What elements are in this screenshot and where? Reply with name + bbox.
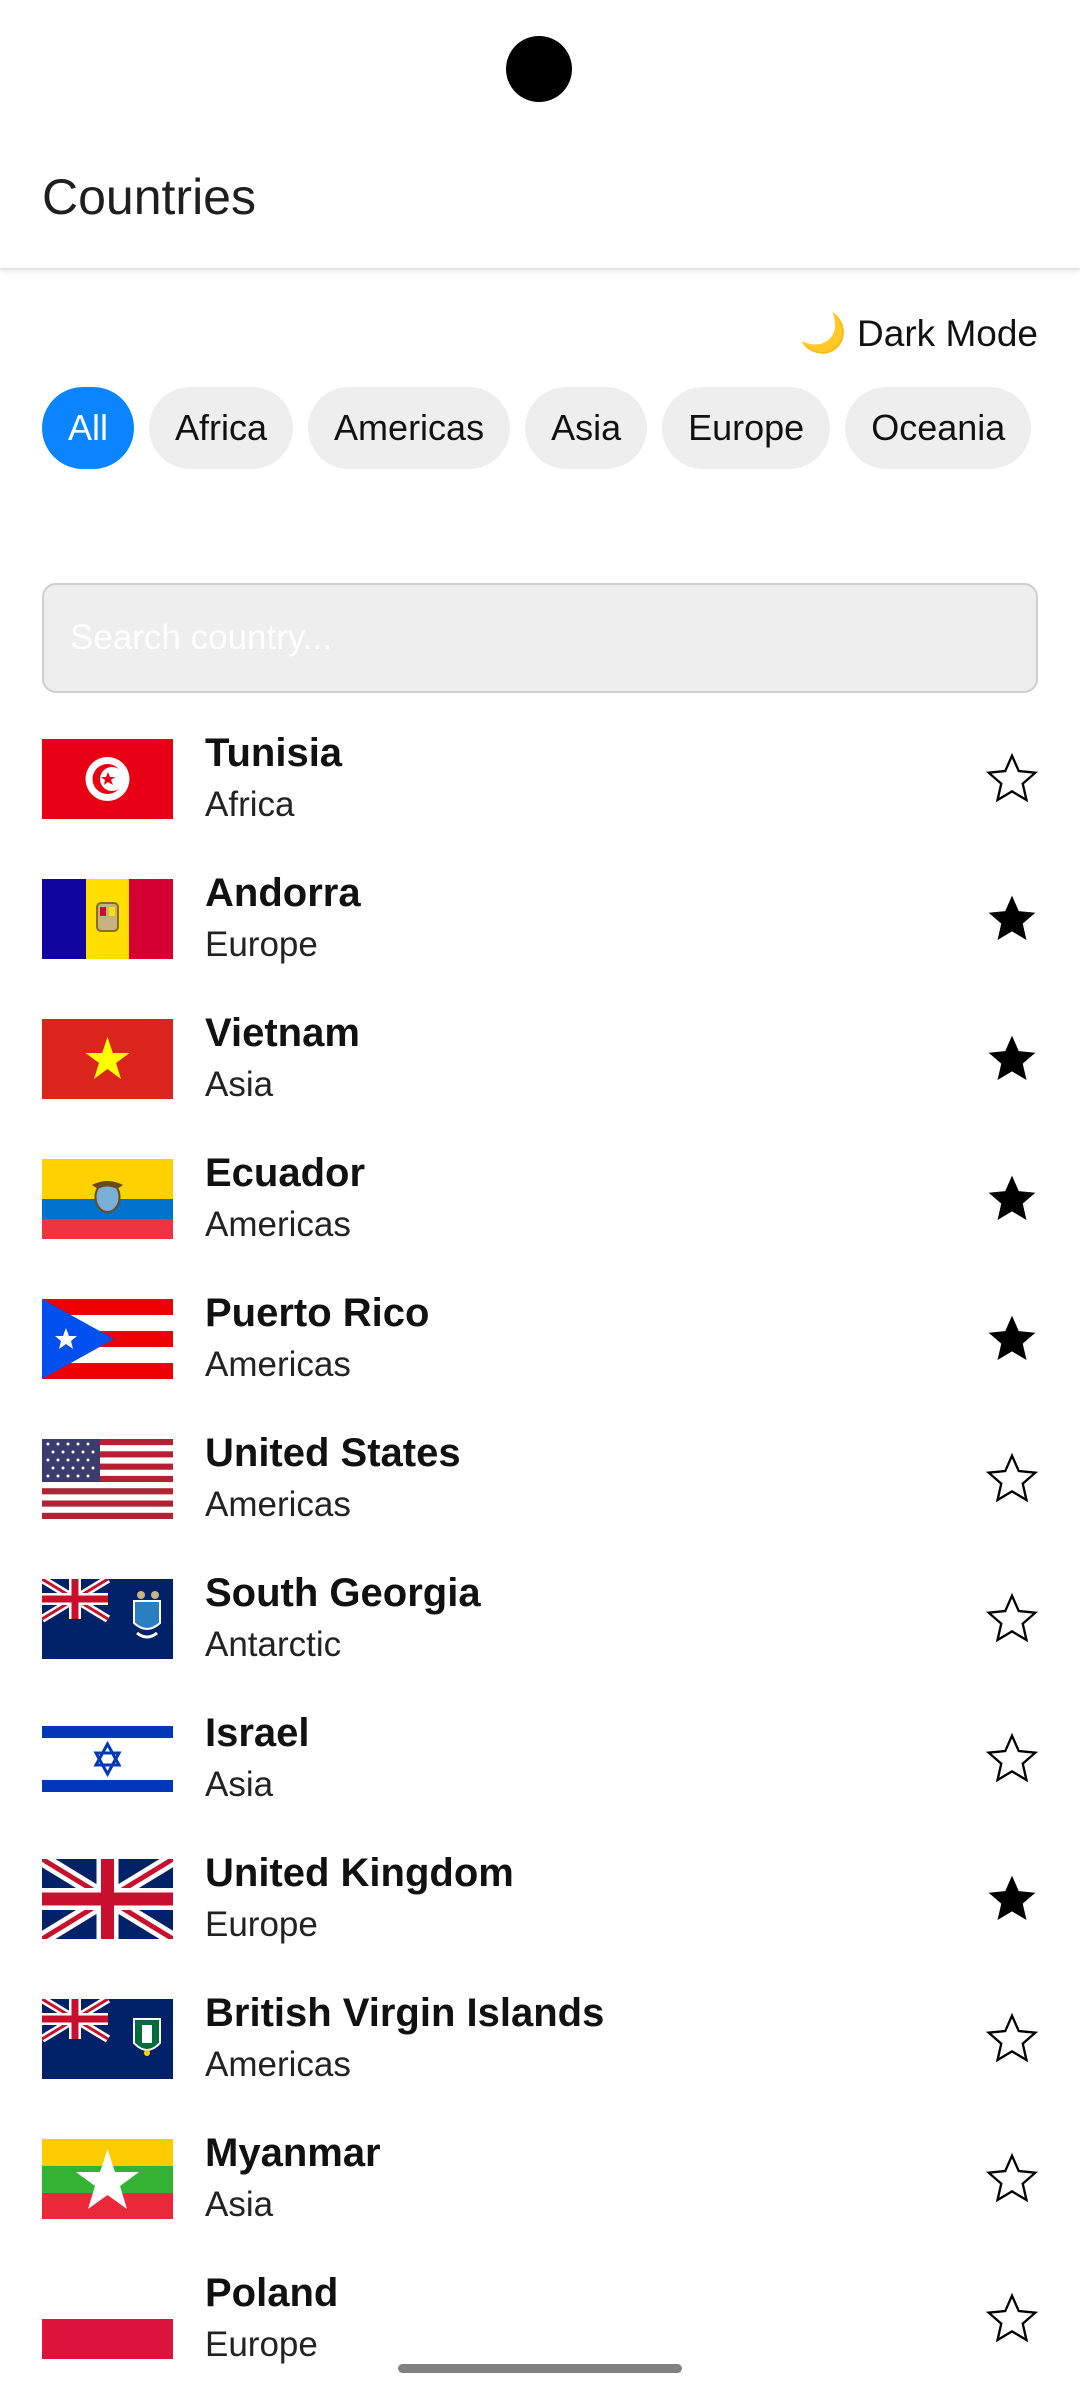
country-name: British Virgin Islands [205,1991,605,2035]
country-name: Ecuador [205,1151,366,1195]
poland-flag-icon [42,2279,173,2359]
filter-chip-all[interactable]: All [42,387,135,469]
filter-chip-africa[interactable]: Africa [149,387,294,469]
country-region: Europe [205,2325,318,2364]
united-states-flag-icon [42,1439,173,1519]
star-outline-icon[interactable] [984,1451,1040,1507]
country-name: Israel [205,1711,310,1755]
filter-chip-europe[interactable]: Europe [662,387,831,469]
filter-chip-americas[interactable]: Americas [308,387,511,469]
filter-chip-asia[interactable]: Asia [525,387,648,469]
tunisia-flag-icon [42,739,173,819]
puerto-rico-flag-icon [42,1299,173,1379]
country-name: Vietnam [205,1011,360,1055]
country-region: Americas [205,1345,351,1384]
page-title: Countries [42,169,256,225]
country-region: Europe [205,925,318,964]
country-name: United States [205,1431,461,1475]
list-item[interactable]: South Georgia Antarctic [0,1545,1080,1685]
star-outline-icon[interactable] [984,751,1040,807]
list-item[interactable]: Andorra Europe [0,845,1080,985]
ecuador-flag-icon [42,1159,173,1239]
british-virgin-islands-flag-icon [42,1999,173,2079]
andorra-flag-icon [42,879,173,959]
country-region: Americas [205,1485,351,1524]
country-region: Asia [205,2185,274,2224]
star-filled-icon[interactable] [984,1871,1040,1927]
country-name: South Georgia [205,1571,481,1615]
country-name: Tunisia [205,731,343,775]
country-name: Poland [205,2271,339,2315]
app-bar: Countries [0,150,1080,270]
star-outline-icon[interactable] [984,1591,1040,1647]
list-item[interactable]: Puerto Rico Americas [0,1265,1080,1405]
list-item[interactable]: Israel Asia [0,1685,1080,1825]
star-outline-icon[interactable] [984,2291,1040,2347]
star-outline-icon[interactable] [984,2151,1040,2207]
country-region: Asia [205,1065,274,1104]
star-filled-icon[interactable] [984,891,1040,947]
vietnam-flag-icon [42,1019,173,1099]
star-filled-icon[interactable] [984,1311,1040,1367]
myanmar-flag-icon [42,2139,173,2219]
dark-mode-label: Dark Mode [857,313,1038,354]
list-item[interactable]: Myanmar Asia [0,2105,1080,2245]
country-region: Africa [205,785,295,824]
dark-mode-toggle[interactable]: 🌙 Dark Mode [800,312,1038,356]
country-name: United Kingdom [205,1851,514,1895]
home-indicator[interactable] [398,2364,682,2373]
search-input[interactable]: Search country... [42,583,1038,693]
region-filter-chips: All Africa Americas Asia Europe Oceania [42,387,1042,469]
star-filled-icon[interactable] [984,1171,1040,1227]
list-item[interactable]: United Kingdom Europe [0,1825,1080,1965]
country-region: Asia [205,1765,274,1804]
south-georgia-flag-icon [42,1579,173,1659]
country-name: Puerto Rico [205,1291,430,1335]
moon-icon: 🌙 [799,313,848,355]
filter-chip-oceania[interactable]: Oceania [845,387,1032,469]
country-region: Antarctic [205,1625,342,1664]
star-outline-icon[interactable] [984,1731,1040,1787]
list-item[interactable]: Vietnam Asia [0,985,1080,1125]
front-camera [506,36,572,102]
list-item[interactable]: Ecuador Americas [0,1125,1080,1265]
star-outline-icon[interactable] [984,2011,1040,2067]
search-placeholder: Search country... [70,618,332,657]
star-filled-icon[interactable] [984,1031,1040,1087]
country-name: Andorra [205,871,361,915]
country-region: Europe [205,1905,318,1944]
israel-flag-icon [42,1719,173,1799]
country-region: Americas [205,1205,351,1244]
list-item[interactable]: Tunisia Africa [0,705,1080,845]
country-name: Myanmar [205,2131,381,2175]
country-region: Americas [205,2045,351,2084]
list-item[interactable]: United States Americas [0,1405,1080,1545]
list-item[interactable]: British Virgin Islands Americas [0,1965,1080,2105]
united-kingdom-flag-icon [42,1859,173,1939]
app-screen: Countries 🌙 Dark Mode All Africa America… [0,0,1080,2400]
